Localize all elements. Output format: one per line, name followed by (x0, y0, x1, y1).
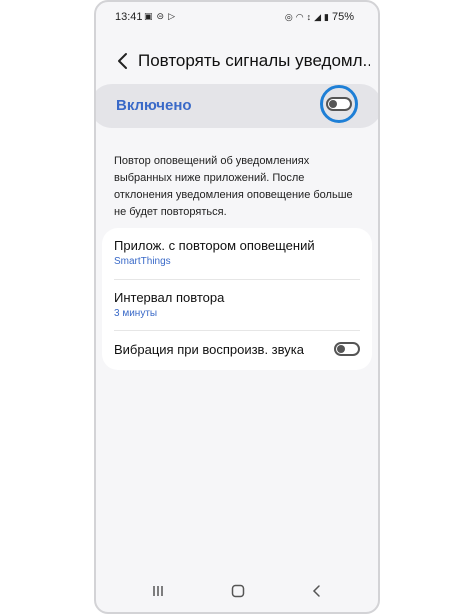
setting-vibration[interactable]: Вибрация при воспроизв. звука (114, 342, 360, 357)
status-time: 13:41 (115, 11, 143, 23)
link-icon: ⊝ (156, 11, 165, 21)
master-switch-row[interactable]: Включено (96, 84, 378, 128)
divider (114, 330, 360, 331)
setting-repeat-apps[interactable]: Прилож. с повтором оповещений SmartThing… (114, 238, 360, 267)
status-bar: 13:41 ▣ ⊝ ▷ ◎ ◠ ↕ ◢ ▮ 75% (96, 2, 378, 32)
network-4g-icon: ↕ (306, 11, 312, 22)
play-store-icon: ▷ (168, 11, 175, 21)
setting-repeat-interval[interactable]: Интервал повтора 3 минуты (114, 290, 360, 319)
back-icon (312, 585, 320, 597)
header: Повторять сигналы уведомл... (96, 46, 378, 76)
phone-frame: 13:41 ▣ ⊝ ▷ ◎ ◠ ↕ ◢ ▮ 75% Повторять сигн… (94, 0, 380, 614)
recent-apps-button[interactable] (149, 582, 167, 600)
gallery-icon: ▣ (144, 11, 153, 21)
notification-icons: ▣ ⊝ ▷ (144, 11, 175, 22)
back-nav-button[interactable] (308, 582, 326, 600)
battery-icon: ▮ (324, 11, 329, 22)
description-text: Повтор оповещений об уведомлениях выбран… (114, 155, 353, 218)
system-icons: ◎ ◠ ↕ ◢ ▮ 75% (285, 11, 354, 23)
navigation-bar (96, 580, 378, 602)
vibration-toggle[interactable] (334, 342, 360, 356)
chevron-left-icon (118, 53, 127, 69)
signal-icon: ◢ (314, 11, 322, 22)
setting-subtitle: SmartThings (114, 256, 171, 267)
divider (114, 279, 360, 280)
setting-title: Вибрация при воспроизв. звука (114, 342, 304, 357)
setting-title: Прилож. с повтором оповещений (114, 238, 315, 253)
home-button[interactable] (229, 582, 247, 600)
home-icon (231, 584, 245, 598)
setting-subtitle: 3 минуты (114, 308, 158, 319)
setting-title: Интервал повтора (114, 290, 225, 305)
battery-percent: 75% (331, 11, 354, 23)
back-button[interactable] (114, 51, 134, 71)
hotspot-icon: ◎ (284, 11, 293, 22)
master-switch-label: Включено (116, 97, 192, 114)
settings-card: Прилож. с повтором оповещений SmartThing… (102, 228, 372, 370)
page-title: Повторять сигналы уведомл... (138, 51, 370, 70)
master-toggle[interactable] (326, 97, 352, 111)
wifi-icon: ◠ (295, 11, 304, 22)
recent-apps-icon (153, 586, 163, 596)
